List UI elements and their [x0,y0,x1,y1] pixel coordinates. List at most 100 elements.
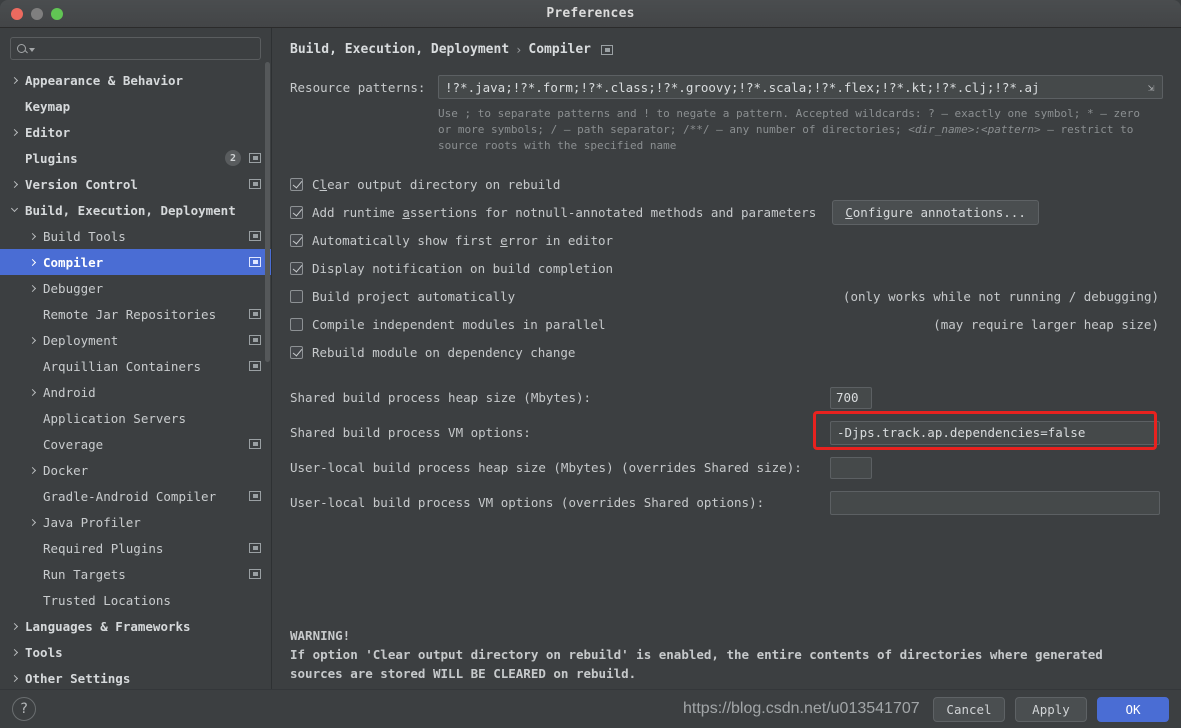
project-scope-icon [249,543,261,553]
chevron-right-icon[interactable] [28,388,37,396]
sidebar-item-plugins[interactable]: Plugins 2 [0,145,271,171]
sidebar-item-label: Deployment [43,332,119,348]
chevron-right-icon[interactable] [10,622,19,630]
checkbox-label[interactable]: Build project automatically [312,289,515,304]
settings-tree: Appearance & Behavior Keymap Editor Plugins… [0,67,271,689]
sidebar-item-required-plugins[interactable]: Required Plugins [0,535,271,561]
hint-line-2-italic: <dir_name>:<pattern> [908,123,1041,136]
sidebar-item-docker[interactable]: Docker [0,457,271,483]
preferences-window: Preferences Appearance & Behavior Keymap E… [0,0,1181,728]
sidebar-item-tools[interactable]: Tools [0,639,271,665]
breadcrumb-separator: › [515,42,523,57]
compiler-options-checklist: Clear output directory on rebuild Add run… [290,170,1163,366]
ok-button[interactable]: OK [1097,696,1169,722]
sidebar-search-wrap [0,28,271,64]
sidebar-item-run-targets[interactable]: Run Targets [0,561,271,587]
configure-annotations-button[interactable]: Configure annotations... [832,199,1039,225]
resource-patterns-hint: Use ; to separate patterns and ! to nega… [438,106,1154,154]
checkbox-display-notification-on-build-completion[interactable] [290,261,303,275]
button-mnemonic: C [845,204,853,220]
search-icon [17,44,35,53]
checkbox-label-mnemonic: l [319,176,328,192]
apply-button[interactable]: Apply [1015,696,1087,722]
sidebar-item-label: Java Profiler [43,514,141,530]
chevron-right-icon[interactable] [10,76,19,84]
sidebar-item-label: Run Targets [43,566,126,582]
checkbox-label[interactable]: Rebuild module on dependency change [312,345,575,360]
checkbox-label[interactable]: Clear output directory on rebuild [312,177,560,192]
sidebar-scrollbar[interactable] [265,62,270,362]
field-row: User-local build process heap size (Mbyt… [290,450,1163,485]
chevron-right-icon[interactable] [28,258,37,266]
help-button[interactable]: ? [12,697,36,721]
checkbox-label[interactable]: Add runtime assertions for notnull-annot… [312,205,816,220]
minimize-window-icon[interactable] [31,8,43,20]
sidebar-item-deployment[interactable]: Deployment [0,327,271,353]
checkbox-compile-independent-modules-in-parallel[interactable] [290,317,303,331]
chevron-right-icon[interactable] [10,648,19,656]
field-label: User-local build process heap size (Mbyt… [290,460,802,475]
sidebar-item-application-servers[interactable]: Application Servers [0,405,271,431]
breadcrumb: Build, Execution, Deployment › Compiler [290,42,1163,57]
sidebar-item-remote-jar-repositories[interactable]: Remote Jar Repositories [0,301,271,327]
chevron-right-icon[interactable] [10,674,19,682]
sidebar-item-label: Debugger [43,280,104,296]
checkbox-build-project-automatically[interactable] [290,289,303,303]
checkbox-label[interactable]: Automatically show first error in editor [312,233,613,248]
sidebar-item-build-execution-deployment[interactable]: Build, Execution, Deployment [0,197,271,223]
chevron-right-icon[interactable] [28,284,37,292]
checkbox-label-rest: rror in editor [507,232,614,248]
maximize-window-icon[interactable] [51,8,63,20]
sidebar-item-android[interactable]: Android [0,379,271,405]
field-input-shared-build-process-heap-size-mbytes[interactable] [830,386,872,409]
sidebar-item-java-profiler[interactable]: Java Profiler [0,509,271,535]
field-input-user-local-build-process-heap-size-mbyte[interactable] [830,456,872,479]
sidebar-item-arquillian-containers[interactable]: Arquillian Containers [0,353,271,379]
search-box[interactable] [10,37,261,60]
sidebar-item-editor[interactable]: Editor [0,119,271,145]
checkbox-label-part: Display notification on build completion [312,260,614,276]
sidebar-item-coverage[interactable]: Coverage [0,431,271,457]
search-input[interactable] [35,41,254,56]
sidebar-item-label: Docker [43,462,89,478]
expand-editor-icon[interactable]: ⇲ [1143,79,1159,95]
sidebar-item-appearance-behavior[interactable]: Appearance & Behavior [0,67,271,93]
sidebar-item-debugger[interactable]: Debugger [0,275,271,301]
breadcrumb-parent[interactable]: Build, Execution, Deployment [290,42,509,57]
chevron-right-icon[interactable] [28,518,37,526]
sidebar-item-label: Android [43,384,96,400]
cancel-button[interactable]: Cancel [933,696,1005,722]
checkbox-label[interactable]: Display notification on build completion [312,261,613,276]
sidebar-item-build-tools[interactable]: Build Tools [0,223,271,249]
sidebar-item-compiler[interactable]: Compiler [0,249,271,275]
chevron-down-icon[interactable] [10,204,19,213]
checkbox-add-runtime-assertions-for-notnull-annot[interactable] [290,205,303,219]
sidebar-item-trusted-locations[interactable]: Trusted Locations [0,587,271,613]
checkbox-clear-output-directory-on-rebuild[interactable] [290,177,303,191]
build-process-fields: Shared build process heap size (Mbytes):… [290,380,1163,520]
resource-patterns-input[interactable] [438,75,1163,99]
chevron-right-icon[interactable] [28,232,37,240]
checkbox-label[interactable]: Compile independent modules in parallel [312,317,606,332]
field-input-shared-build-process-vm-options[interactable] [830,420,1160,445]
chevron-right-icon[interactable] [28,336,37,344]
project-scope-icon [249,153,261,163]
checkbox-automatically-show-first-error-in-editor[interactable] [290,233,303,247]
sidebar-item-version-control[interactable]: Version Control [0,171,271,197]
field-input-user-local-build-process-vm-options-over[interactable] [830,490,1160,515]
field-label: User-local build process VM options (ove… [290,495,765,510]
sidebar-item-gradle-android-compiler[interactable]: Gradle-Android Compiler [0,483,271,509]
checkbox-label-mnemonic: e [500,232,508,248]
chevron-right-icon[interactable] [10,128,19,136]
sidebar-item-label: Trusted Locations [43,592,171,608]
field-label: Shared build process heap size (Mbytes): [290,390,592,405]
chevron-right-icon[interactable] [10,180,19,188]
chevron-right-icon[interactable] [28,466,37,474]
checkbox-label-part: Rebuild module on dependency change [312,344,576,360]
sidebar-item-other-settings[interactable]: Other Settings [0,665,271,689]
sidebar-item-label: Plugins [25,150,78,166]
checkbox-rebuild-module-on-dependency-change[interactable] [290,345,303,359]
sidebar-item-languages-frameworks[interactable]: Languages & Frameworks [0,613,271,639]
close-window-icon[interactable] [11,8,23,20]
sidebar-item-keymap[interactable]: Keymap [0,93,271,119]
